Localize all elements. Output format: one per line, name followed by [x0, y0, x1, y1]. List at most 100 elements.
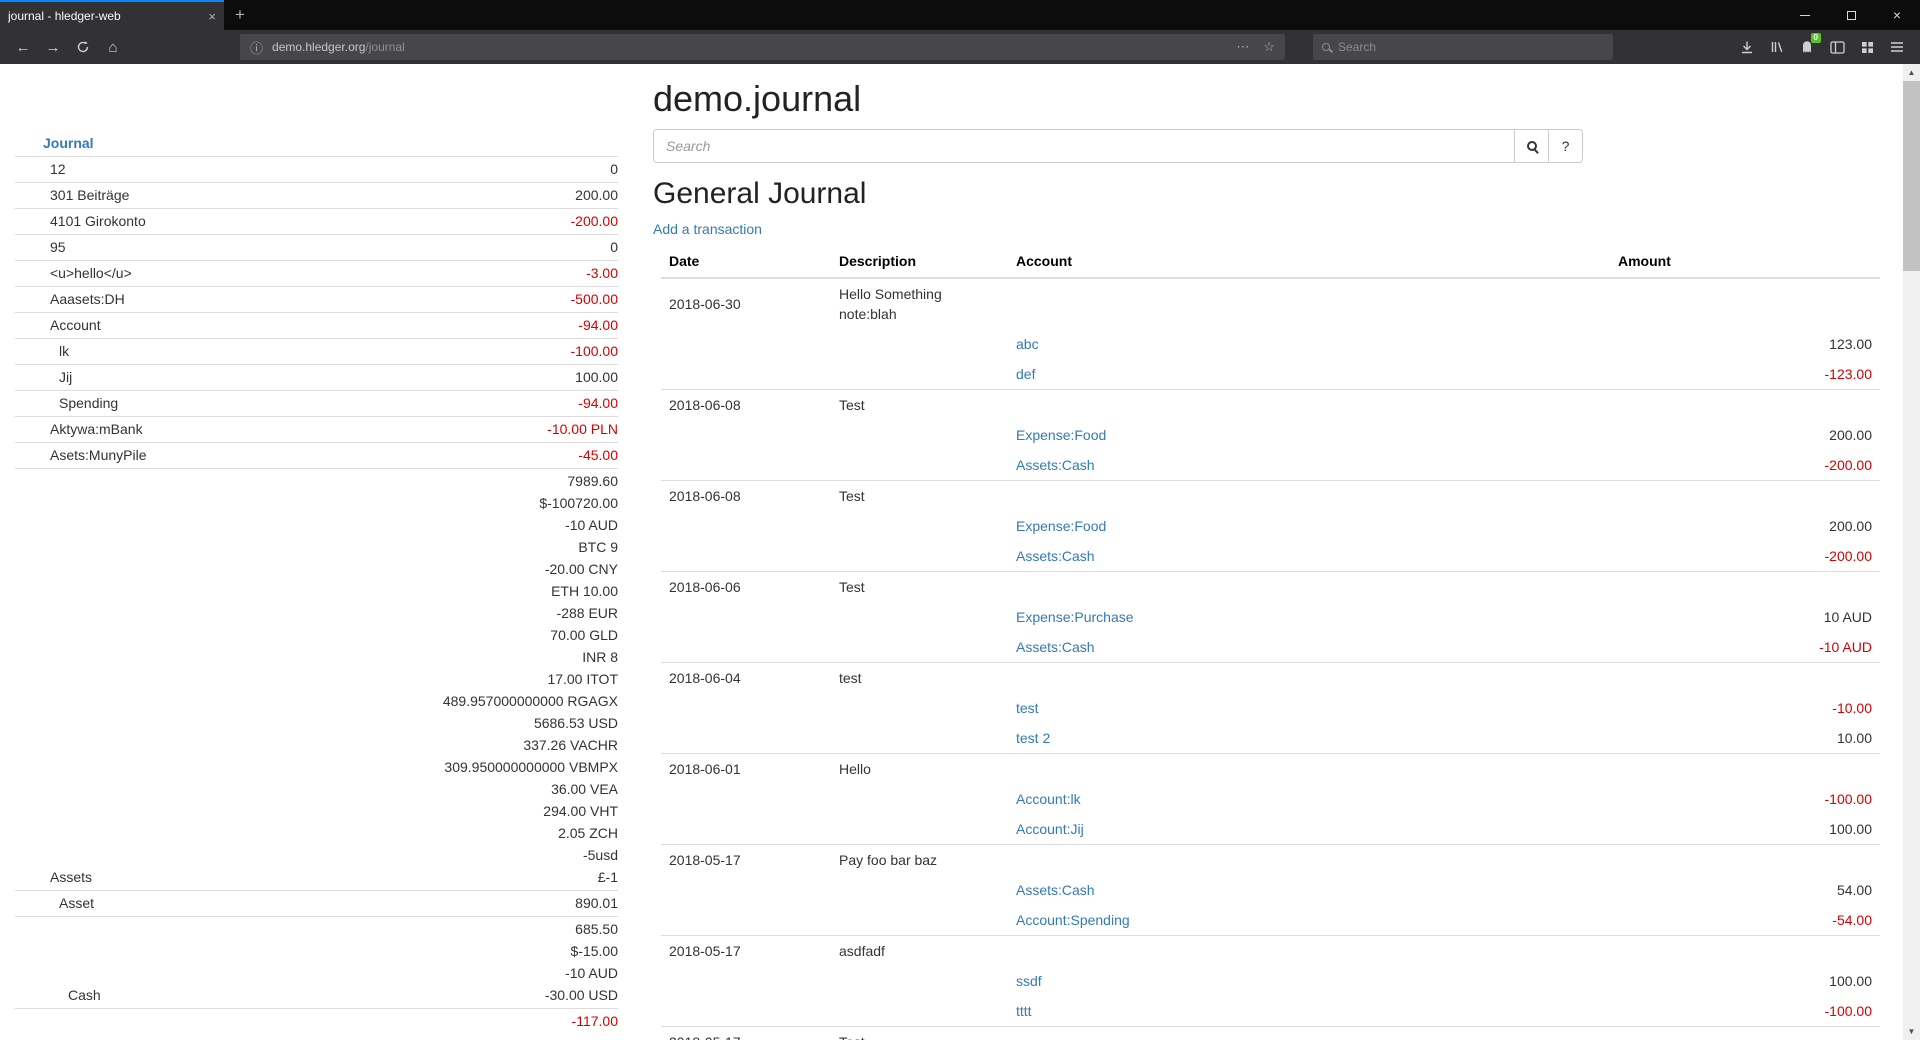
library-button[interactable] [1762, 33, 1792, 61]
posting-account-link[interactable]: Assets:Cash [1016, 548, 1095, 564]
sidebar-account-row[interactable]: -117.00 [15, 1008, 618, 1034]
balance-amount: 337.26 VACHR [443, 734, 618, 756]
posting-account-link[interactable]: def [1016, 366, 1035, 382]
account-name[interactable]: Cash [15, 984, 545, 1006]
account-name[interactable]: Assets [15, 866, 443, 888]
posting-account-link[interactable]: tttt [1016, 1003, 1032, 1019]
posting-row: tttt -100.00 [661, 996, 1880, 1027]
sidebar-account-row[interactable]: Asets:MunyPile -45.00 [15, 442, 618, 468]
sidebar-account-row[interactable]: lk -100.00 [15, 338, 618, 364]
sidebar-account-row[interactable]: Spending -94.00 [15, 390, 618, 416]
posting-account-link[interactable]: Expense:Purchase [1016, 609, 1134, 625]
tab-close-icon[interactable]: × [202, 9, 216, 24]
sidebar-account-row[interactable]: <u>hello</u> -3.00 [15, 260, 618, 286]
ghostery-extension-button[interactable]: 0 [1792, 33, 1822, 61]
sidebar-account-row[interactable]: Account -94.00 [15, 312, 618, 338]
posting-account-link[interactable]: Assets:Cash [1016, 882, 1095, 898]
posting-account-link[interactable]: abc [1016, 336, 1039, 352]
account-name[interactable]: Account [15, 314, 578, 336]
account-name[interactable]: lk [15, 340, 571, 362]
account-name[interactable]: Asset [15, 892, 575, 914]
reload-icon [76, 40, 90, 54]
account-name[interactable]: <u>hello</u> [15, 262, 586, 284]
account-name[interactable]: Aaasets:DH [15, 288, 571, 310]
account-name[interactable]: 301 Beiträge [15, 184, 575, 206]
posting-amount: 123.00 [1610, 329, 1880, 359]
forward-button[interactable]: → [38, 33, 68, 61]
balance-amount: -288 EUR [443, 602, 618, 624]
account-name[interactable]: 95 [15, 236, 610, 258]
page-title: demo.journal [653, 78, 1880, 119]
sidebar-account-row[interactable]: Aaasets:DH -500.00 [15, 286, 618, 312]
sidebar-account-row[interactable]: Aktywa:mBank -10.00 PLN [15, 416, 618, 442]
posting-amount: -54.00 [1610, 905, 1880, 936]
posting-account-link[interactable]: test [1016, 700, 1039, 716]
account-name[interactable]: 12 [15, 158, 610, 180]
posting-amount: 100.00 [1610, 814, 1880, 845]
posting-account-link[interactable]: ssdf [1016, 973, 1042, 989]
sidebar-account-row[interactable]: Asset 890.01 [15, 890, 618, 916]
posting-amount: 200.00 [1610, 420, 1880, 450]
sidebar-account-row[interactable]: 12 0 [15, 156, 618, 182]
posting-account-link[interactable]: Account:Jij [1016, 821, 1084, 837]
scroll-down-icon[interactable]: ▼ [1903, 1023, 1920, 1040]
posting-account-link[interactable]: Assets:Cash [1016, 639, 1095, 655]
scrollbar[interactable]: ▲ ▼ [1903, 64, 1920, 1040]
sidebar-journal-link[interactable]: Journal [15, 132, 618, 156]
posting-account-link[interactable]: Expense:Food [1016, 427, 1106, 443]
account-name[interactable]: Jij [15, 366, 575, 388]
window-maximize-button[interactable] [1828, 0, 1874, 30]
sidebars-button[interactable] [1822, 33, 1852, 61]
posting-amount: 10 AUD [1610, 602, 1880, 632]
balance-amount: 0 [610, 236, 618, 258]
balance-amount: ETH 10.00 [443, 580, 618, 602]
posting-account-link[interactable]: Account:lk [1016, 791, 1081, 807]
account-name[interactable]: 4101 Girokonto [15, 210, 571, 232]
posting-account-link[interactable]: test 2 [1016, 730, 1050, 746]
sidebar-account-row[interactable]: 4101 Girokonto -200.00 [15, 208, 618, 234]
posting-row: abc 123.00 [661, 329, 1880, 359]
balance-amount: 70.00 GLD [443, 624, 618, 646]
apps-grid-button[interactable] [1852, 33, 1882, 61]
txn-date: 2018-05-17 [661, 936, 831, 967]
posting-account-link[interactable]: Assets:Cash [1016, 457, 1095, 473]
sidebar-account-row[interactable]: Jij 100.00 [15, 364, 618, 390]
account-name[interactable]: Asets:MunyPile [15, 444, 578, 466]
bookmark-star-icon[interactable]: ☆ [1263, 39, 1275, 55]
search-icon [1322, 43, 1330, 51]
txn-description: Test [831, 572, 1008, 603]
url-bar[interactable]: ⓘ demo.hledger.org/journal ⋯ ☆ [240, 34, 1285, 60]
reload-button[interactable] [68, 33, 98, 61]
scrollbar-thumb[interactable] [1903, 81, 1920, 271]
account-name[interactable]: Aktywa:mBank [15, 418, 547, 440]
home-button[interactable]: ⌂ [98, 33, 128, 61]
browser-tab[interactable]: journal - hledger-web × [0, 0, 224, 30]
sidebar-account-row[interactable]: Assets 7989.60$-100720.00-10 AUDBTC 9-20… [15, 468, 618, 890]
window-close-button[interactable]: × [1874, 0, 1920, 30]
section-heading: General Journal [653, 177, 1880, 211]
posting-account-link[interactable]: Account:Spending [1016, 912, 1130, 928]
menu-button[interactable] [1882, 33, 1912, 61]
journal-search-input[interactable] [653, 129, 1515, 163]
txn-date: 2018-06-08 [661, 481, 831, 512]
window-controls: × [1782, 0, 1920, 30]
account-name[interactable]: Spending [15, 392, 578, 414]
sidebar-account-row[interactable]: 301 Beiträge 200.00 [15, 182, 618, 208]
txn-date: 2018-05-17 [661, 1027, 831, 1040]
column-header-description: Description [831, 245, 1008, 278]
balance-amount: 17.00 ITOT [443, 668, 618, 690]
site-info-icon[interactable]: ⓘ [250, 38, 263, 57]
add-transaction-link[interactable]: Add a transaction [653, 219, 762, 239]
downloads-button[interactable] [1732, 33, 1762, 61]
posting-account-link[interactable]: Expense:Food [1016, 518, 1106, 534]
sidebar-account-row[interactable]: 95 0 [15, 234, 618, 260]
browser-search-field[interactable]: Search [1313, 34, 1613, 60]
new-tab-button[interactable]: + [224, 0, 256, 30]
scroll-up-icon[interactable]: ▲ [1903, 64, 1920, 81]
sidebar-account-row[interactable]: Cash 685.50$-15.00-10 AUD-30.00 USD [15, 916, 618, 1008]
page-actions-icon[interactable]: ⋯ [1236, 39, 1249, 55]
search-help-button[interactable]: ? [1549, 129, 1583, 163]
window-minimize-button[interactable] [1782, 0, 1828, 30]
journal-search-button[interactable] [1515, 129, 1549, 163]
back-button[interactable]: ← [8, 33, 38, 61]
